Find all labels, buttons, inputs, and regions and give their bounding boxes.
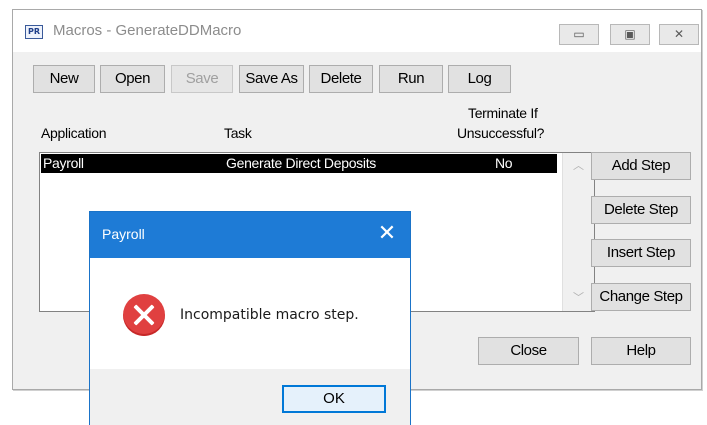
column-header-task: Task [224, 125, 252, 141]
close-window-button[interactable]: ✕ [659, 24, 699, 45]
insert-step-button[interactable]: Insert Step [591, 239, 691, 267]
column-header-terminate-line2: Unsuccessful? [457, 125, 545, 141]
save-as-button[interactable]: Save As [239, 65, 304, 93]
cell-terminate: No [495, 155, 513, 171]
message-box-footer: OK [90, 369, 410, 425]
new-button[interactable]: New [33, 65, 95, 93]
log-button[interactable]: Log [448, 65, 511, 93]
add-step-button[interactable]: Add Step [591, 152, 691, 180]
vertical-scrollbar[interactable]: ︿ ﹀ [562, 153, 594, 311]
open-button[interactable]: Open [100, 65, 165, 93]
run-button[interactable]: Run [379, 65, 443, 93]
minimize-button[interactable]: ▭ [559, 24, 599, 45]
app-icon: PR [25, 25, 43, 39]
help-button[interactable]: Help [591, 337, 691, 365]
delete-step-button[interactable]: Delete Step [591, 196, 691, 224]
window-title: Macros - GenerateDDMacro [53, 22, 242, 39]
ok-button[interactable]: OK [282, 385, 386, 413]
error-icon [123, 294, 165, 336]
column-header-application: Application [41, 125, 107, 141]
close-button[interactable]: Close [478, 337, 579, 365]
cell-task: Generate Direct Deposits [226, 155, 376, 171]
cell-application: Payroll [43, 155, 84, 171]
message-box-close-button[interactable]: ✕ [374, 220, 400, 248]
change-step-button[interactable]: Change Step [591, 283, 691, 311]
message-box-title: Payroll [102, 226, 145, 242]
scroll-up-icon[interactable]: ︿ [563, 157, 594, 173]
window-titlebar: PR Macros - GenerateDDMacro ▭ ▣ ✕ [13, 10, 701, 52]
column-header-terminate-line1: Terminate If [468, 105, 538, 121]
message-box-titlebar: Payroll ✕ [90, 212, 410, 258]
message-text: Incompatible macro step. [180, 307, 359, 323]
delete-button[interactable]: Delete [309, 65, 373, 93]
maximize-button[interactable]: ▣ [610, 24, 650, 45]
scroll-down-icon[interactable]: ﹀ [563, 289, 594, 305]
table-row[interactable]: Payroll Generate Direct Deposits No [41, 154, 557, 173]
save-button[interactable]: Save [171, 65, 233, 93]
error-message-box: Payroll ✕ Incompatible macro step. OK [89, 211, 411, 425]
